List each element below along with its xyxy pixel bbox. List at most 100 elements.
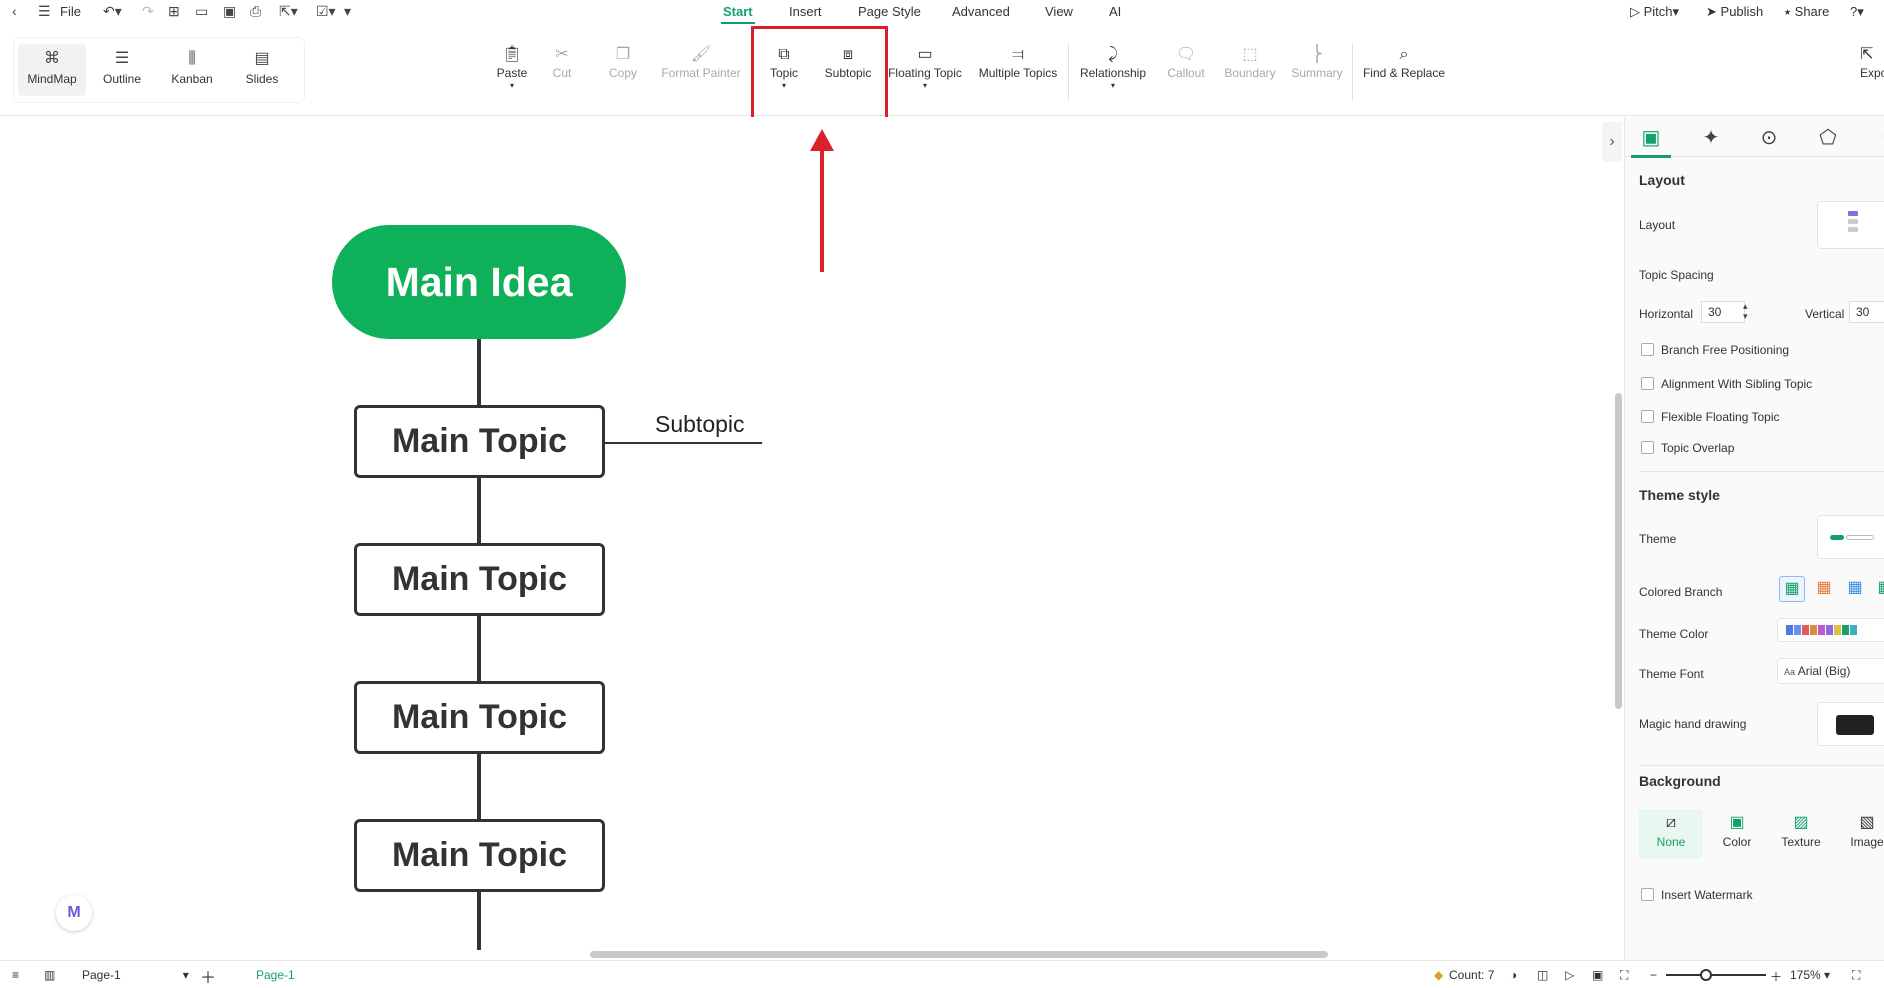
view-slides[interactable]: ▤ Slides <box>228 44 296 96</box>
main-topic-node[interactable]: Main Topic <box>354 543 605 616</box>
vertical-scrollbar[interactable] <box>1615 393 1622 709</box>
horizontal-label: Horizontal <box>1639 307 1694 321</box>
tab-ai[interactable]: AI <box>1109 4 1121 19</box>
colored-branch-option[interactable]: ▦ <box>1842 576 1868 602</box>
help-button[interactable]: ?▾ <box>1850 4 1864 20</box>
ai-sparkle-tab-icon[interactable]: ✦ <box>1691 125 1731 155</box>
undo-icon[interactable]: ↶▾ <box>103 3 122 20</box>
background-color-option[interactable]: ▣ Color <box>1705 809 1769 859</box>
hamburger-menu-icon[interactable]: ☰ <box>38 3 51 20</box>
style-tab-icon[interactable]: ⬠ <box>1808 125 1848 155</box>
publish-button[interactable]: ➤ Publish <box>1706 4 1763 20</box>
copy-button[interactable]: ❐ Copy <box>600 44 646 80</box>
tab-view[interactable]: View <box>1045 4 1073 19</box>
mindmap-icon: ⌘ <box>44 50 60 67</box>
toolbar-divider <box>1068 44 1069 100</box>
horizontal-scrollbar[interactable] <box>590 951 1328 958</box>
callout-button[interactable]: 🗨︎ Callout <box>1164 44 1208 80</box>
page-tab[interactable]: Page-1 <box>256 968 295 982</box>
paste-button[interactable]: 📋︎ Paste ▾ <box>482 44 542 90</box>
horizontal-spacing-input[interactable]: 30 <box>1701 301 1745 323</box>
colored-branch-option[interactable]: ▦ <box>1811 576 1837 602</box>
zoom-level[interactable]: 175% ▾ <box>1790 968 1830 982</box>
format-painter-button[interactable]: 🖌︎ Format Painter <box>660 44 742 80</box>
bg-option-label: Image <box>1850 835 1884 849</box>
fullscreen-fit-icon[interactable]: ⛶ <box>1620 968 1628 983</box>
summary-button[interactable]: ⎬ Summary <box>1290 44 1344 80</box>
new-file-icon[interactable]: ⊞ <box>168 3 180 20</box>
cut-button[interactable]: ✂︎ Cut <box>540 44 584 80</box>
page-panel-icon[interactable]: ▥ <box>44 968 55 982</box>
vertical-spacing-input[interactable]: 30 <box>1849 301 1884 323</box>
fullscreen-icon[interactable]: ⛶ <box>1852 968 1860 983</box>
topic-overlap-checkbox[interactable] <box>1641 441 1654 454</box>
collapse-panel-chevron-icon[interactable]: › <box>1602 122 1622 162</box>
alignment-sibling-checkbox[interactable] <box>1641 377 1654 390</box>
floating-topic-button[interactable]: ▭ Floating Topic ▾ <box>886 44 964 90</box>
zoom-slider-track[interactable] <box>1666 974 1766 976</box>
view-kanban[interactable]: ⫼ Kanban <box>158 44 226 96</box>
page-select[interactable]: Page-1 ▾ <box>82 968 189 982</box>
background-image-option[interactable]: ▧ Image <box>1835 809 1884 859</box>
theme-toggle-icon[interactable]: ◑ <box>1510 968 1517 982</box>
colored-branch-option[interactable]: ▦ <box>1779 576 1805 602</box>
magic-hand-drawing-label: Magic hand drawing <box>1639 717 1747 731</box>
print-icon[interactable]: ⎙ <box>250 3 261 20</box>
theme-font-select[interactable]: Aa Arial (Big) <box>1777 658 1884 684</box>
flexible-floating-checkbox[interactable] <box>1641 410 1654 423</box>
more-tab-icon[interactable]: ◔ <box>1867 125 1884 155</box>
theme-color-label: Theme Color <box>1639 627 1709 641</box>
map-pin-tab-icon[interactable]: ⊙ <box>1749 125 1789 155</box>
tab-start[interactable]: Start <box>721 4 755 24</box>
theme-color-picker[interactable] <box>1777 618 1884 642</box>
relationship-button[interactable]: ⤸ Relationship ▾ <box>1078 44 1148 90</box>
checkbox-label: Branch Free Positioning <box>1661 343 1790 357</box>
magic-hand-toggle[interactable] <box>1817 702 1884 746</box>
book-icon[interactable]: ◫ <box>1537 968 1548 982</box>
zoom-in-icon[interactable]: ＋ <box>1770 968 1782 985</box>
main-topic-node[interactable]: Main Topic <box>354 405 605 478</box>
kanban-icon: ⫼ <box>188 50 196 67</box>
main-idea-node[interactable]: Main Idea <box>332 225 626 339</box>
theme-picker[interactable] <box>1817 515 1884 559</box>
layout-picker[interactable] <box>1817 201 1884 249</box>
view-outline[interactable]: ☰ Outline <box>88 44 156 96</box>
play-icon[interactable]: ▷ <box>1565 968 1574 982</box>
fit-page-icon[interactable]: ▣ <box>1592 968 1603 982</box>
boundary-button[interactable]: ⬚ Boundary <box>1222 44 1278 80</box>
spinner-arrows-icon[interactable]: ▴ ▾ <box>1743 301 1748 321</box>
back-icon[interactable]: ‹ <box>12 3 17 19</box>
share-button[interactable]: ⭑ Share <box>1784 4 1829 20</box>
app-logo-icon[interactable]: M <box>56 895 92 931</box>
zoom-slider-handle[interactable] <box>1700 969 1712 981</box>
view-mindmap[interactable]: ⌘ MindMap <box>18 44 86 96</box>
add-page-icon[interactable]: ＋ <box>200 964 216 988</box>
task-icon[interactable]: ☑▾ <box>316 3 336 20</box>
main-topic-node[interactable]: Main Topic <box>354 681 605 754</box>
tab-insert[interactable]: Insert <box>789 4 822 19</box>
redo-icon[interactable]: ↷ <box>142 3 154 20</box>
save-icon[interactable]: ▣ <box>223 3 236 20</box>
layout-tab-icon[interactable]: ▣ <box>1631 125 1671 158</box>
subtopic-node[interactable]: Subtopic <box>655 411 745 438</box>
file-menu[interactable]: File <box>60 4 81 19</box>
export-icon[interactable]: ⇱▾ <box>279 3 298 20</box>
export-button[interactable]: ⇱ Expo <box>1860 44 1884 80</box>
insert-watermark-checkbox[interactable] <box>1641 888 1654 901</box>
more-icon[interactable]: ▾ <box>344 3 351 20</box>
colored-branch-option[interactable]: ▦ <box>1872 576 1884 602</box>
main-topic-node[interactable]: Main Topic <box>354 819 605 892</box>
background-none-option[interactable]: ⧄ None <box>1639 809 1703 859</box>
mindmap-canvas[interactable]: Main Idea Main Topic Subtopic Main Topic… <box>0 117 1606 960</box>
checkbox-label: Topic Overlap <box>1661 441 1735 455</box>
find-replace-button[interactable]: ⌕ Find & Replace <box>1362 44 1446 80</box>
zoom-out-icon[interactable]: − <box>1650 968 1657 982</box>
outline-toggle-icon[interactable]: ≡ <box>12 968 19 982</box>
branch-free-positioning-checkbox[interactable] <box>1641 343 1654 356</box>
multiple-topics-button[interactable]: ⫤ Multiple Topics <box>976 44 1060 80</box>
background-texture-option[interactable]: ▨ Texture <box>1769 809 1833 859</box>
pitch-button[interactable]: ▷ Pitch▾ <box>1630 4 1679 20</box>
tab-advanced[interactable]: Advanced <box>952 4 1010 19</box>
tab-page-style[interactable]: Page Style <box>858 4 921 19</box>
open-folder-icon[interactable]: ▭ <box>195 3 208 20</box>
